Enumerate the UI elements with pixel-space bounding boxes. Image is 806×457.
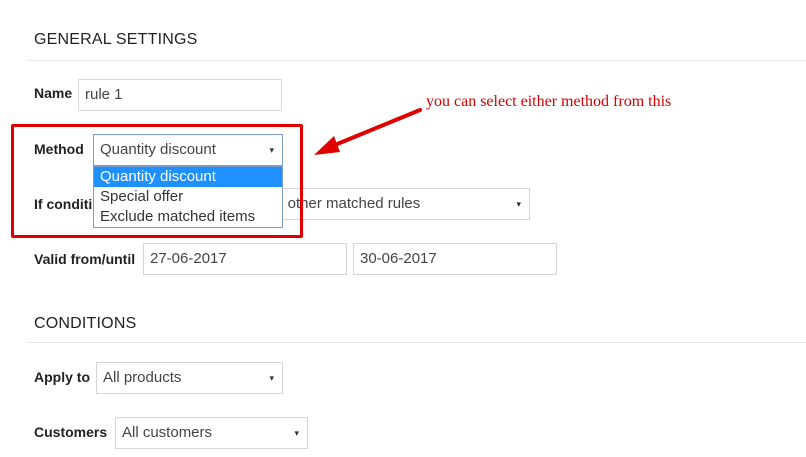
chevron-down-icon: ▾ <box>269 145 274 155</box>
settings-page: GENERAL SETTINGS Name rule 1 Method Quan… <box>0 0 806 457</box>
customers-select-value: All customers <box>122 424 213 441</box>
name-label: Name <box>34 85 73 101</box>
method-option-exclude-matched-items[interactable]: Exclude matched items <box>94 207 282 227</box>
method-option-special-offer[interactable]: Special offer <box>94 187 282 207</box>
general-settings-divider <box>28 60 806 61</box>
name-input[interactable]: rule 1 <box>78 79 282 111</box>
valid-until-input[interactable]: 30-06-2017 <box>353 243 557 275</box>
annotation-text: you can select either method from this <box>426 93 672 110</box>
chevron-down-icon: ▾ <box>516 199 521 209</box>
method-select[interactable]: Quantity discount ▾ <box>93 134 283 166</box>
valid-from-until-label: Valid from/until <box>34 251 136 267</box>
method-option-quantity-discount[interactable]: Quantity discount <box>94 167 282 187</box>
general-settings-title: GENERAL SETTINGS <box>34 31 198 48</box>
customers-label: Customers <box>34 424 108 440</box>
conditions-title: CONDITIONS <box>34 315 137 332</box>
method-dropdown-list: Quantity discount Special offer Exclude … <box>93 166 283 228</box>
customers-select[interactable]: All customers ▾ <box>115 417 308 449</box>
annotation-arrow-icon <box>314 108 422 155</box>
valid-from-input[interactable]: 27-06-2017 <box>143 243 347 275</box>
apply-to-select-value: All products <box>103 369 182 386</box>
apply-to-label: Apply to <box>34 369 90 385</box>
if-condition-select-value: th other matched rules <box>271 195 421 212</box>
method-select-value: Quantity discount <box>100 141 216 158</box>
chevron-down-icon: ▾ <box>269 373 274 383</box>
if-condition-select[interactable]: th other matched rules ▾ <box>240 188 530 220</box>
conditions-divider <box>28 342 806 343</box>
if-condition-label: If conditi <box>34 196 93 212</box>
apply-to-select[interactable]: All products ▾ <box>96 362 283 394</box>
method-label: Method <box>34 141 84 157</box>
chevron-down-icon: ▾ <box>294 428 299 438</box>
